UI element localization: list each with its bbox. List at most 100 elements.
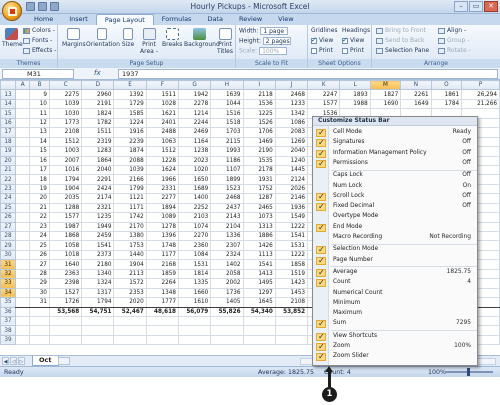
grid-cell[interactable]: 1225 [242, 108, 276, 119]
grid-cell[interactable] [15, 89, 31, 100]
grid-cell[interactable]: 23 [29, 221, 50, 233]
grid-cell[interactable]: 27 [29, 259, 50, 270]
tab-view[interactable]: View [270, 14, 301, 25]
grid-cell[interactable]: 1931 [242, 174, 276, 185]
grid-cell[interactable]: 2040 [81, 164, 115, 176]
grid-cell[interactable]: 19 [29, 183, 50, 195]
grid-cell[interactable]: 1224 [113, 117, 147, 129]
grid-cell[interactable] [274, 325, 309, 336]
grid-cell[interactable]: 2277 [145, 193, 180, 204]
grid-cell[interactable]: 2166 [113, 174, 147, 185]
grid-cell[interactable] [15, 127, 31, 138]
grid-cell[interactable]: 2143 [210, 212, 244, 223]
align-button[interactable]: Align - [438, 27, 466, 34]
row-header[interactable]: 24 [0, 193, 17, 204]
insert-function-icon[interactable]: fx [94, 69, 101, 77]
grid-cell[interactable]: 53,568 [48, 306, 83, 317]
grid-cell[interactable]: 2190 [242, 146, 276, 157]
grid-cell[interactable]: 1572 [113, 278, 147, 289]
column-header[interactable]: I [242, 80, 276, 91]
zoom-slider[interactable] [445, 368, 493, 376]
grid-cell[interactable]: 2459 [81, 230, 115, 242]
row-header[interactable]: 36 [0, 306, 17, 317]
grid-cell[interactable]: 1058 [48, 240, 83, 251]
grid-cell[interactable]: 1512 [48, 136, 83, 148]
close-button[interactable]: ✕ [484, 1, 498, 12]
grid-cell[interactable]: 1610 [177, 297, 212, 308]
size-button[interactable]: Size [120, 28, 136, 48]
grid-cell[interactable] [242, 334, 276, 346]
column-header[interactable]: G [177, 80, 212, 91]
grid-cell[interactable]: 1782 [81, 117, 115, 129]
grid-cell[interactable]: 2465 [242, 202, 276, 214]
grid-cell[interactable]: 1044 [210, 98, 244, 110]
grid-cell[interactable]: 2324 [210, 249, 244, 261]
row-header[interactable]: 29 [0, 240, 17, 251]
grid-cell[interactable]: 1874 [113, 146, 147, 157]
grid-cell[interactable]: 55,826 [210, 306, 244, 317]
grid-cell[interactable]: 1287 [242, 193, 276, 204]
menu-item-sum[interactable]: Sum 7295 [313, 319, 477, 329]
grid-cell[interactable]: 1016 [48, 164, 83, 176]
grid-cell[interactable]: 1752 [242, 183, 276, 195]
themes-button[interactable]: Theme [2, 28, 23, 48]
row-header[interactable]: 27 [0, 221, 17, 233]
grid-cell[interactable] [29, 325, 50, 336]
tab-formulas[interactable]: Formulas [154, 14, 200, 25]
column-header[interactable]: M [369, 80, 402, 91]
grid-cell[interactable] [15, 183, 31, 195]
grid-cell[interactable] [15, 136, 31, 148]
menu-item-information-management-policy[interactable]: Information Management Policy Off [313, 149, 477, 158]
minimize-button[interactable]: – [454, 1, 468, 12]
grid-cell[interactable]: 1527 [48, 287, 83, 299]
grid-cell[interactable]: 1640 [48, 259, 83, 270]
row-header[interactable]: 39 [0, 334, 17, 346]
grid-cell[interactable]: 2319 [81, 136, 115, 148]
grid-cell[interactable]: 2437 [210, 202, 244, 214]
grid-cell[interactable]: 2191 [81, 98, 115, 110]
grid-cell[interactable]: 1824 [81, 108, 115, 119]
grid-cell[interactable]: 13 [29, 127, 50, 138]
grid-cell[interactable]: 2040 [274, 146, 309, 157]
grid-cell[interactable]: 1512 [145, 146, 180, 157]
grid-cell[interactable]: 1893 [339, 89, 371, 100]
row-header[interactable]: 35 [0, 297, 17, 308]
grid-cell[interactable]: 1773 [48, 117, 83, 129]
breaks-button[interactable]: Breaks [162, 28, 182, 48]
grid-cell[interactable]: 2373 [81, 249, 115, 261]
grid-cell[interactable]: 1729 [113, 98, 147, 110]
grid-cell[interactable] [15, 230, 31, 242]
gridlines-print-checkbox[interactable]: Print [311, 47, 333, 54]
grid-cell[interactable]: 1689 [177, 183, 212, 195]
grid-cell[interactable]: 1402 [210, 259, 244, 270]
menu-item-num-lock[interactable]: Num Lock On [313, 182, 477, 192]
grid-cell[interactable] [29, 306, 50, 317]
grid-cell[interactable] [48, 334, 83, 346]
grid-cell[interactable]: 2270 [177, 230, 212, 242]
column-header[interactable]: L [339, 80, 371, 91]
grid-cell[interactable]: 1868 [48, 230, 83, 242]
menu-item-permissions[interactable]: Permissions Off [313, 159, 477, 168]
row-header[interactable]: 28 [0, 230, 17, 242]
menu-item-selection-mode[interactable]: Selection Mode [313, 245, 477, 255]
grid-cell[interactable]: 1342 [274, 108, 309, 119]
send-to-back-button[interactable]: Send to Back [376, 37, 425, 44]
grid-cell[interactable]: 1003 [48, 146, 83, 157]
grid-cell[interactable]: 1639 [210, 89, 244, 100]
grid-cell[interactable]: 2007 [48, 155, 83, 166]
grid-cell[interactable] [81, 325, 115, 336]
grid-cell[interactable]: 2113 [113, 268, 147, 280]
group-button[interactable]: Group - [438, 37, 469, 44]
grid-cell[interactable] [48, 315, 83, 327]
grid-cell[interactable]: 2331 [145, 183, 180, 195]
headings-view-checkbox[interactable]: View [342, 36, 364, 44]
grid-cell[interactable]: 2178 [242, 164, 276, 176]
grid-cell[interactable]: 1650 [177, 174, 212, 185]
column-header[interactable]: K [307, 80, 341, 91]
grid-cell[interactable] [274, 315, 309, 327]
grid-cell[interactable]: 1936 [274, 202, 309, 214]
menu-item-fixed-decimal[interactable]: Fixed Decimal Off [313, 202, 477, 212]
grid-cell[interactable]: 2058 [210, 268, 244, 280]
column-header[interactable]: A [15, 80, 31, 91]
grid-cell[interactable] [210, 334, 244, 346]
